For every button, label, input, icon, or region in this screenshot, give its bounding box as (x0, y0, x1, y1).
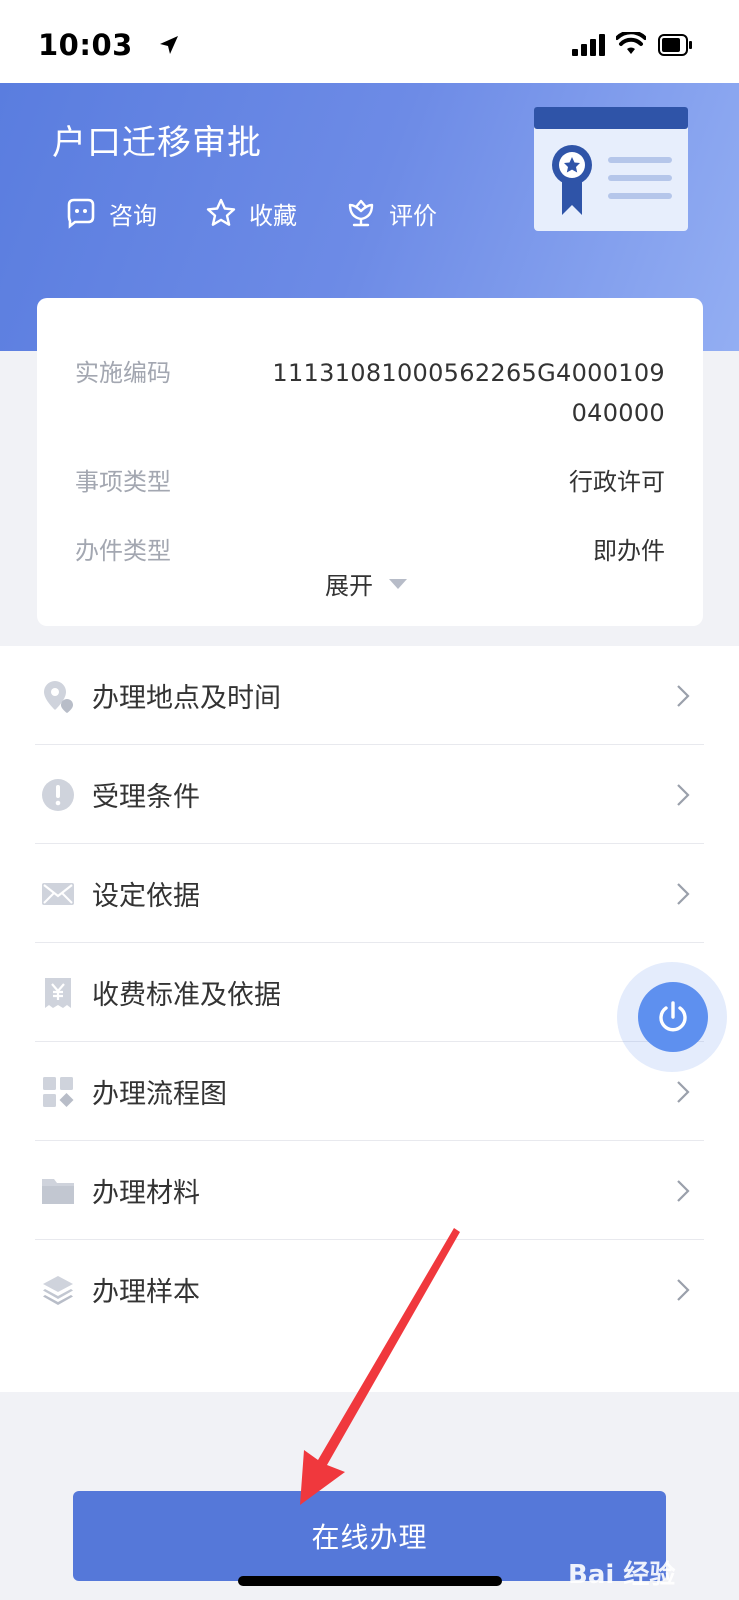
list-item-fees[interactable]: 收费标准及依据 (35, 943, 704, 1042)
location-icon (44, 681, 73, 713)
favorite-button[interactable]: 收藏 (205, 195, 297, 231)
chevron-right-icon (677, 685, 690, 707)
code-value: 11131081000562265G4000109040000 (272, 359, 665, 427)
list-item-samples[interactable]: 办理样本 (35, 1240, 704, 1339)
flower-icon (348, 199, 374, 227)
list-item-label: 收费标准及依据 (92, 980, 281, 1011)
signal-icon (572, 34, 605, 56)
list-item-location-time[interactable]: 办理地点及时间 (35, 646, 704, 745)
list-item-flowchart[interactable]: 办理流程图 (35, 1042, 704, 1141)
chevron-right-icon (677, 784, 690, 806)
list-item-label: 办理地点及时间 (92, 683, 281, 714)
handle-label: 办件类型 (75, 537, 171, 565)
info-card: 实施编码 11131081000562265G4000109040000 事项类… (37, 298, 703, 626)
list-item-label: 办理材料 (92, 1178, 200, 1209)
consult-button[interactable]: 咨询 (65, 195, 157, 231)
grid-icon (43, 1077, 74, 1107)
location-arrow-icon (160, 36, 178, 54)
status-time: 10:03 (38, 28, 133, 62)
list-item-materials[interactable]: 办理材料 (35, 1141, 704, 1240)
code-label: 实施编码 (75, 359, 171, 387)
list-item-label: 设定依据 (92, 881, 200, 912)
chevron-right-icon (677, 1180, 690, 1202)
rate-label: 评价 (389, 201, 437, 230)
consult-label: 咨询 (109, 201, 157, 230)
type-value: 行政许可 (569, 468, 665, 496)
chat-icon (67, 198, 95, 229)
list-item-label: 受理条件 (92, 782, 200, 813)
folder-icon (42, 1179, 74, 1204)
list-item-label: 办理样本 (92, 1277, 200, 1308)
status-bar: 10:03 (0, 0, 739, 83)
battery-icon (658, 34, 692, 56)
handle-value: 即办件 (593, 537, 665, 565)
type-label: 事项类型 (75, 468, 171, 496)
wifi-icon (616, 32, 646, 54)
layers-icon (43, 1276, 73, 1305)
favorite-label: 收藏 (249, 201, 297, 230)
home-indicator (238, 1576, 502, 1586)
power-icon (659, 1001, 687, 1032)
chevron-right-icon (677, 1081, 690, 1103)
list-item-conditions[interactable]: 受理条件 (35, 745, 704, 844)
star-icon (206, 198, 236, 226)
alert-icon (42, 779, 74, 811)
floating-power-button[interactable] (638, 982, 708, 1052)
list-item-label: 办理流程图 (92, 1079, 227, 1110)
rate-button[interactable]: 评价 (345, 195, 437, 231)
mail-icon (42, 883, 74, 905)
page-title: 户口迁移审批 (52, 123, 262, 163)
chevron-right-icon (677, 883, 690, 905)
baidu-watermark: Bai 经验 (568, 1560, 676, 1590)
chevron-right-icon (677, 1279, 690, 1301)
list-item-basis[interactable]: 设定依据 (35, 844, 704, 943)
expand-label: 展开 (325, 572, 373, 600)
expand-toggle[interactable]: 展开 (325, 566, 407, 601)
certificate-illustration-icon (534, 107, 688, 231)
triangle-down-icon (389, 578, 407, 589)
fee-icon (45, 978, 71, 1008)
